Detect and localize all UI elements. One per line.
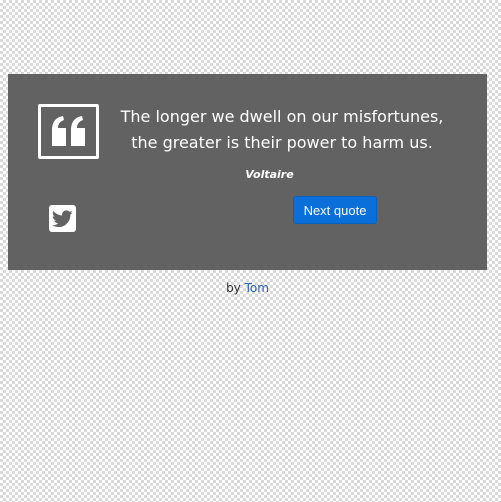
credit-prefix: by <box>226 281 241 295</box>
quote-text: The longer we dwell on our misfortunes, … <box>120 107 444 152</box>
twitter-icon <box>52 209 73 227</box>
tweet-button[interactable] <box>49 205 76 232</box>
next-quote-button[interactable]: Next quote <box>293 196 377 224</box>
credit-line: by Tom <box>0 281 495 295</box>
quote-author: Voltaire <box>245 168 294 181</box>
author-link[interactable]: Tom <box>245 281 269 295</box>
quote-box: The longer we dwell on our misfortunes, … <box>8 74 487 270</box>
quote-icon <box>38 104 99 159</box>
